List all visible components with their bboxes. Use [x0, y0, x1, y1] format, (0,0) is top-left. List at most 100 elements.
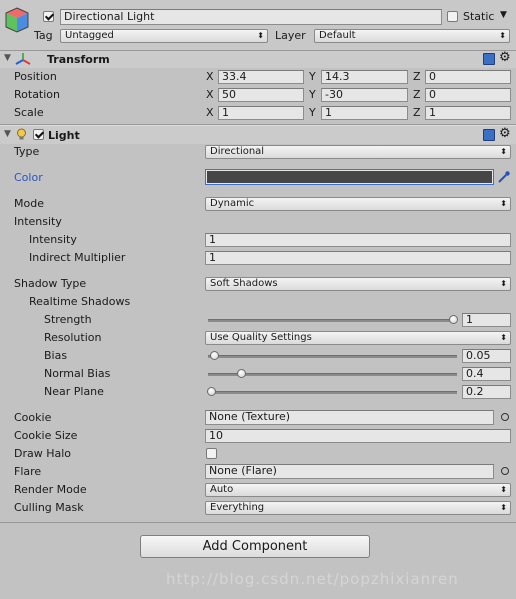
realtime-shadows-label: Realtime Shadows: [29, 295, 131, 308]
bias-slider-knob[interactable]: [210, 351, 219, 360]
shadow-type-value: Soft Shadows: [210, 278, 278, 289]
near-plane-slider-track[interactable]: [208, 391, 457, 394]
indirect-multiplier-label: Indirect Multiplier: [29, 251, 126, 264]
add-component-button[interactable]: Add Component: [140, 535, 370, 558]
mode-dropdown[interactable]: Dynamic ⬍: [205, 197, 511, 211]
type-dropdown[interactable]: Directional ⬍: [205, 145, 511, 159]
position-label: Position: [14, 70, 57, 83]
culling-mask-dropdown[interactable]: Everything ⬍: [205, 501, 511, 515]
rotation-y-field[interactable]: -30: [321, 88, 408, 102]
gear-icon[interactable]: ⚙: [499, 127, 511, 141]
watermark: http://blog.csdn.net/popzhixianren: [166, 570, 459, 588]
rotation-x-field[interactable]: 50: [218, 88, 304, 102]
bias-field[interactable]: 0.05: [462, 349, 511, 363]
render-mode-label: Render Mode: [14, 483, 87, 496]
object-picker-icon[interactable]: [501, 467, 509, 475]
axis-y-label: Y: [309, 70, 316, 83]
near-plane-field[interactable]: 0.2: [462, 385, 511, 399]
scale-x-field[interactable]: 1: [218, 106, 304, 120]
position-x-field[interactable]: 33.4: [218, 70, 304, 84]
scale-z-field[interactable]: 1: [425, 106, 511, 120]
cookie-size-field[interactable]: 10: [205, 429, 511, 443]
intensity-header-label: Intensity: [14, 215, 62, 228]
type-label: Type: [14, 145, 40, 158]
normal-bias-field[interactable]: 0.4: [462, 367, 511, 381]
type-value: Directional: [210, 146, 265, 157]
eyedropper-icon[interactable]: [497, 170, 511, 184]
dropdown-arrow-icon: ⬍: [500, 485, 507, 494]
layer-dropdown[interactable]: Default ⬍: [314, 29, 510, 43]
cookie-label: Cookie: [14, 411, 52, 424]
axis-y-label: Y: [309, 106, 316, 119]
dropdown-arrow-icon: ⬍: [499, 31, 506, 40]
culling-mask-value: Everything: [210, 502, 265, 513]
static-checkbox[interactable]: [447, 11, 458, 22]
flare-field[interactable]: None (Flare): [205, 464, 494, 479]
dropdown-arrow-icon: ⬍: [500, 333, 507, 342]
tag-label: Tag: [34, 29, 53, 42]
intensity-label: Intensity: [29, 233, 77, 246]
axis-x-label: X: [206, 88, 214, 101]
light-bulb-icon: [16, 128, 27, 141]
layer-value: Default: [319, 30, 356, 41]
dropdown-arrow-icon: ⬍: [500, 279, 507, 288]
strength-slider-knob[interactable]: [449, 315, 458, 324]
dropdown-arrow-icon: ⬍: [500, 503, 507, 512]
bias-label: Bias: [44, 349, 68, 362]
cookie-field[interactable]: None (Texture): [205, 410, 494, 425]
scale-y-field[interactable]: 1: [321, 106, 408, 120]
dropdown-arrow-icon: ⬍: [257, 31, 264, 40]
axis-x-label: X: [206, 70, 214, 83]
object-picker-icon[interactable]: [501, 413, 509, 421]
rotation-z-field[interactable]: 0: [425, 88, 511, 102]
indirect-multiplier-field[interactable]: 1: [205, 251, 511, 265]
static-label: Static: [463, 10, 495, 23]
mode-value: Dynamic: [210, 198, 255, 209]
divider: [0, 522, 516, 523]
transform-axes-icon: [15, 52, 31, 66]
shadow-type-dropdown[interactable]: Soft Shadows ⬍: [205, 277, 511, 291]
resolution-label: Resolution: [44, 331, 102, 344]
dropdown-arrow-icon: ⬍: [500, 147, 507, 156]
mode-label: Mode: [14, 197, 44, 210]
static-dropdown-arrow[interactable]: ▼: [500, 10, 507, 20]
axis-y-label: Y: [309, 88, 316, 101]
scale-label: Scale: [14, 106, 44, 119]
color-field[interactable]: [205, 169, 494, 185]
foldout-arrow-icon[interactable]: ▼: [4, 53, 11, 63]
active-checkbox[interactable]: [43, 11, 54, 22]
axis-z-label: Z: [413, 70, 421, 83]
color-label: Color: [14, 171, 43, 184]
normal-bias-slider-knob[interactable]: [237, 369, 246, 378]
axis-x-label: X: [206, 106, 214, 119]
near-plane-slider-knob[interactable]: [207, 387, 216, 396]
gear-icon[interactable]: ⚙: [499, 51, 511, 65]
render-mode-value: Auto: [210, 484, 234, 495]
draw-halo-label: Draw Halo: [14, 447, 72, 460]
resolution-value: Use Quality Settings: [210, 332, 312, 343]
object-name-field[interactable]: Directional Light: [60, 9, 442, 25]
axis-z-label: Z: [413, 106, 421, 119]
resolution-dropdown[interactable]: Use Quality Settings ⬍: [205, 331, 511, 345]
light-title: Light: [48, 129, 80, 142]
cookie-size-label: Cookie Size: [14, 429, 78, 442]
transform-title: Transform: [47, 53, 110, 66]
bias-slider-track[interactable]: [208, 355, 457, 358]
render-mode-dropdown[interactable]: Auto ⬍: [205, 483, 511, 497]
color-swatch: [207, 171, 492, 183]
help-book-icon[interactable]: [483, 53, 495, 65]
near-plane-label: Near Plane: [44, 385, 104, 398]
help-book-icon[interactable]: [483, 129, 495, 141]
intensity-field[interactable]: 1: [205, 233, 511, 247]
strength-label: Strength: [44, 313, 92, 326]
tag-dropdown[interactable]: Untagged ⬍: [60, 29, 268, 43]
draw-halo-checkbox[interactable]: [206, 448, 217, 459]
tag-value: Untagged: [65, 30, 114, 41]
foldout-arrow-icon[interactable]: ▼: [4, 129, 11, 139]
strength-slider-track[interactable]: [208, 319, 457, 322]
strength-field[interactable]: 1: [462, 313, 511, 327]
shadow-type-label: Shadow Type: [14, 277, 87, 290]
light-enabled-checkbox[interactable]: [33, 129, 44, 140]
position-y-field[interactable]: 14.3: [321, 70, 408, 84]
position-z-field[interactable]: 0: [425, 70, 511, 84]
